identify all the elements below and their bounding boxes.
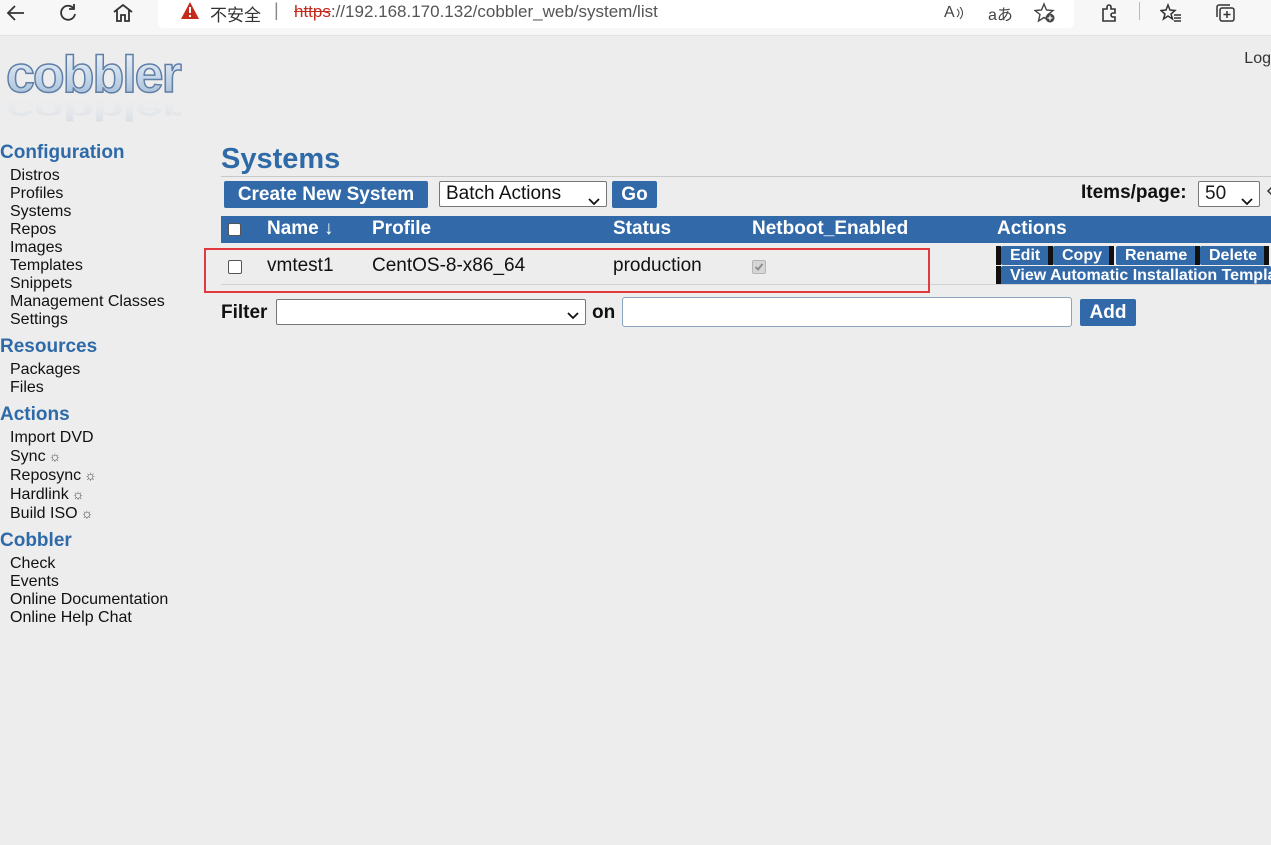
chevron-down-icon bbox=[588, 189, 600, 213]
view-autoinstall-template-button[interactable]: View Automatic Installation Templa bbox=[1001, 266, 1271, 285]
copy-button[interactable]: Copy bbox=[1053, 246, 1111, 265]
sidebar-item-files[interactable]: Files bbox=[10, 379, 210, 397]
main-content: Systems Create New System Batch Actions … bbox=[204, 142, 1271, 327]
sidebar-nav: Configuration Distros Profiles Systems R… bbox=[0, 142, 210, 627]
home-icon[interactable] bbox=[109, 0, 137, 26]
action-divider bbox=[1264, 246, 1269, 265]
sidebar-item-packages[interactable]: Packages bbox=[10, 361, 210, 379]
batch-actions-select[interactable]: Batch Actions bbox=[439, 181, 607, 207]
sidebar-section-resources: Resources bbox=[0, 336, 98, 357]
sidebar-item-sync-label: Sync bbox=[10, 448, 46, 465]
sidebar-item-check[interactable]: Check bbox=[10, 555, 210, 573]
sidebar-item-reposync[interactable]: Reposync ☼ bbox=[10, 466, 210, 485]
browser-toolbar: 不安全 | https://192.168.170.132/cobbler_we… bbox=[0, 0, 1271, 36]
translate-icon[interactable]: aあ bbox=[988, 0, 1013, 26]
gear-icon: ☼ bbox=[48, 448, 62, 464]
sidebar-item-online-help-chat[interactable]: Online Help Chat bbox=[10, 609, 210, 627]
sidebar-item-online-documentation[interactable]: Online Documentation bbox=[10, 591, 210, 609]
filter-label: Filter bbox=[221, 302, 268, 323]
annotation-highlight-box bbox=[204, 248, 930, 293]
sidebar-item-build-iso-label: Build ISO bbox=[10, 505, 78, 522]
favorites-icon[interactable] bbox=[1157, 0, 1185, 26]
on-label: on bbox=[592, 302, 616, 323]
sidebar-item-import-dvd[interactable]: Import DVD bbox=[10, 429, 210, 447]
title-divider bbox=[221, 176, 1271, 177]
column-header-profile[interactable]: Profile bbox=[372, 218, 431, 240]
batch-actions-value: Batch Actions bbox=[446, 183, 562, 204]
extensions-icon[interactable] bbox=[1095, 0, 1123, 26]
sidebar-item-distros[interactable]: Distros bbox=[10, 167, 210, 185]
url-path: ://192.168.170.132/cobbler_web/system/li… bbox=[330, 2, 658, 21]
sidebar-item-hardlink[interactable]: Hardlink ☼ bbox=[10, 485, 210, 504]
filter-field-select[interactable] bbox=[276, 299, 586, 325]
sidebar-item-profiles[interactable]: Profiles bbox=[10, 185, 210, 203]
delete-button[interactable]: Delete bbox=[1200, 246, 1267, 265]
insecure-label[interactable]: 不安全 bbox=[210, 1, 261, 26]
sidebar-item-templates[interactable]: Templates bbox=[10, 257, 210, 275]
sidebar-item-snippets[interactable]: Snippets bbox=[10, 275, 210, 293]
action-divider bbox=[1109, 246, 1114, 265]
refresh-icon[interactable] bbox=[54, 0, 82, 26]
sidebar-item-reposync-label: Reposync bbox=[10, 467, 82, 484]
table-header: Name ↓ Profile Status Netboot_Enabled Ac… bbox=[221, 216, 1271, 243]
address-separator: | bbox=[274, 0, 279, 20]
items-per-page-value: 50 bbox=[1205, 183, 1227, 204]
address-bar[interactable]: 不安全 | https://192.168.170.132/cobbler_we… bbox=[158, 0, 1074, 28]
sidebar-section-configuration: Configuration bbox=[0, 142, 125, 163]
back-icon[interactable] bbox=[2, 0, 30, 26]
read-aloud-icon[interactable]: A bbox=[944, 0, 964, 26]
previous-page-icon[interactable] bbox=[1266, 184, 1271, 201]
cobbler-logo[interactable]: cobbler cobbler bbox=[2, 45, 222, 128]
sidebar-item-events[interactable]: Events bbox=[10, 573, 210, 591]
logo-reflection: cobbler bbox=[6, 94, 181, 126]
page-title: Systems bbox=[221, 143, 341, 175]
sidebar-item-build-iso[interactable]: Build ISO ☼ bbox=[10, 504, 210, 523]
warning-icon bbox=[180, 1, 200, 25]
sidebar-item-images[interactable]: Images bbox=[10, 239, 210, 257]
gear-icon: ☼ bbox=[80, 505, 94, 521]
items-per-page-select[interactable]: 50 bbox=[1198, 181, 1260, 207]
filter-value-input[interactable] bbox=[622, 297, 1072, 327]
sidebar-item-systems[interactable]: Systems bbox=[10, 203, 210, 221]
add-filter-button[interactable]: Add bbox=[1080, 299, 1136, 326]
sidebar-item-management-classes[interactable]: Management Classes bbox=[10, 293, 210, 311]
sidebar-item-settings[interactable]: Settings bbox=[10, 311, 210, 329]
items-per-page-label: Items/page: bbox=[1081, 182, 1187, 203]
sidebar-section-actions: Actions bbox=[0, 404, 70, 425]
chevron-down-icon bbox=[567, 307, 579, 325]
sidebar-item-hardlink-label: Hardlink bbox=[10, 486, 69, 503]
select-all-checkbox[interactable] bbox=[228, 223, 241, 236]
url-scheme: https bbox=[294, 2, 331, 21]
gear-icon: ☼ bbox=[71, 486, 85, 502]
go-button[interactable]: Go bbox=[612, 181, 657, 208]
column-header-netboot-enabled[interactable]: Netboot_Enabled bbox=[752, 218, 908, 240]
favorite-add-icon[interactable] bbox=[1034, 0, 1056, 26]
rename-button[interactable]: Rename bbox=[1116, 246, 1197, 265]
logout-link[interactable]: Log bbox=[1244, 50, 1271, 68]
column-header-actions: Actions bbox=[997, 218, 1067, 239]
collections-icon[interactable] bbox=[1212, 0, 1240, 26]
read-aloud-glyph: A bbox=[944, 4, 955, 21]
chevron-down-icon bbox=[1241, 189, 1253, 213]
column-header-name[interactable]: Name ↓ bbox=[267, 218, 334, 240]
sidebar-item-sync[interactable]: Sync ☼ bbox=[10, 447, 210, 466]
column-header-status[interactable]: Status bbox=[613, 218, 671, 240]
sidebar-section-cobbler: Cobbler bbox=[0, 530, 72, 551]
edit-button[interactable]: Edit bbox=[1001, 246, 1050, 265]
toolbar-divider bbox=[1139, 2, 1140, 20]
url-text[interactable]: https://192.168.170.132/cobbler_web/syst… bbox=[294, 2, 658, 22]
create-new-system-button[interactable]: Create New System bbox=[224, 181, 428, 208]
sidebar-item-repos[interactable]: Repos bbox=[10, 221, 210, 239]
gear-icon: ☼ bbox=[84, 467, 97, 483]
